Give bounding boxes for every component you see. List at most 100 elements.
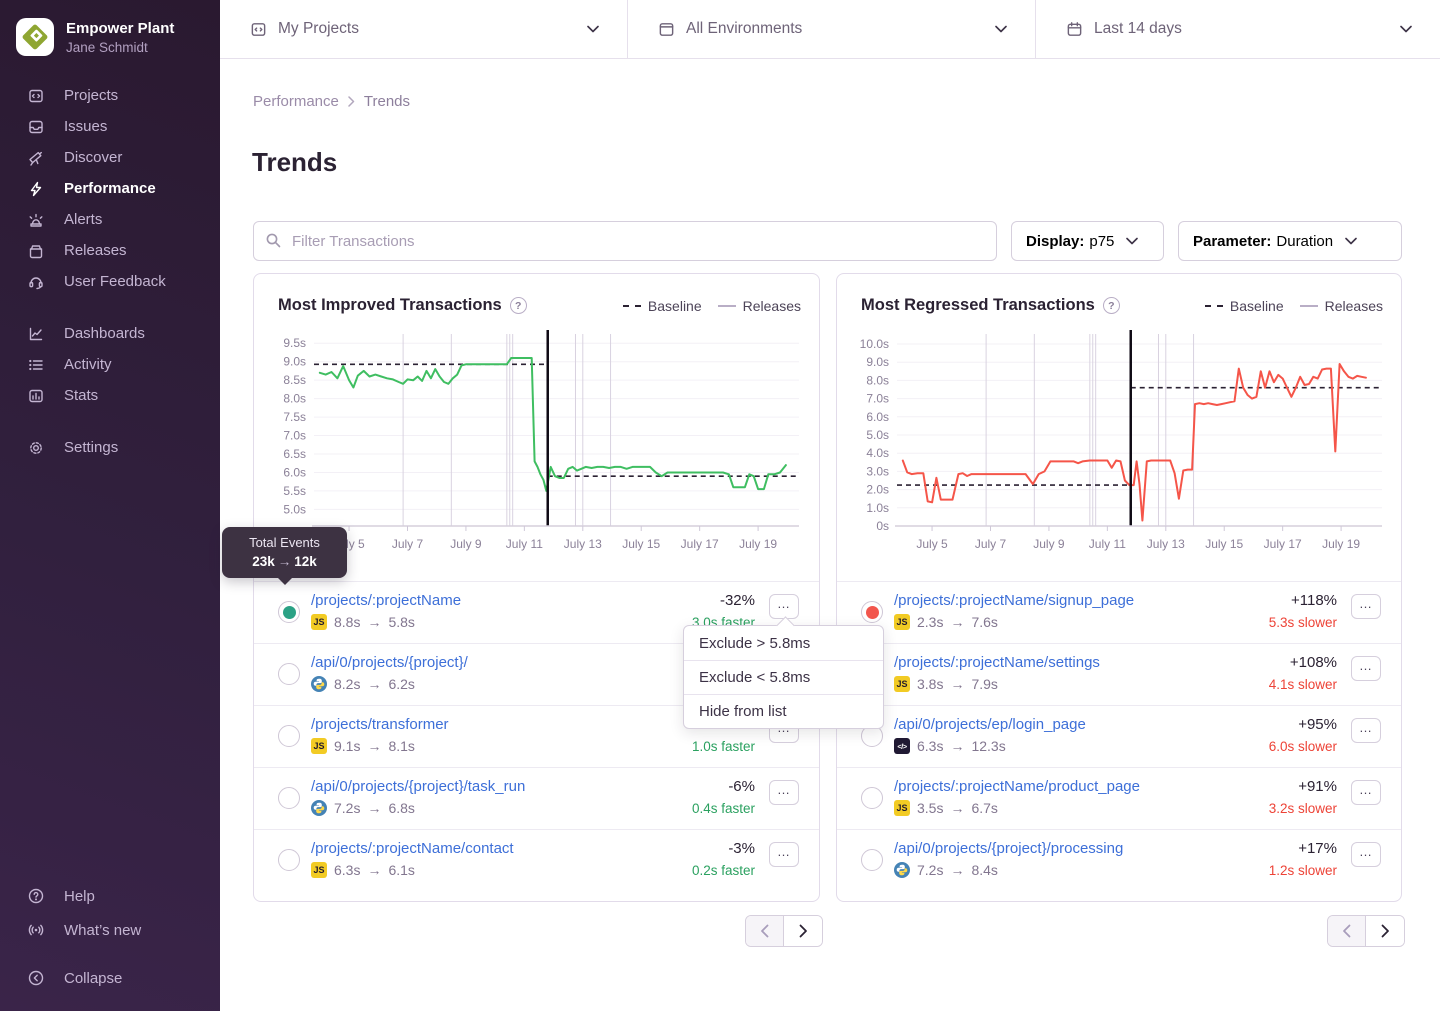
transaction-durations: JS6.3s→6.1s <box>311 862 415 878</box>
sidebar-item-releases[interactable]: Releases <box>0 235 220 266</box>
sidebar-collapse-button[interactable]: Collapse <box>0 961 220 995</box>
transaction-link[interactable]: /projects/:projectName/product_page <box>894 778 1140 795</box>
most-regressed-panel: Most Regressed Transactions ? Baseline R… <box>836 273 1402 902</box>
sidebar-item-performance[interactable]: Performance <box>0 173 220 204</box>
breadcrumb-performance[interactable]: Performance <box>253 93 339 110</box>
window-icon <box>658 21 675 38</box>
more-options-button[interactable]: … <box>1351 656 1381 681</box>
more-options-button[interactable]: … <box>1351 718 1381 743</box>
broadcast-icon <box>26 920 46 940</box>
regressed-chart[interactable]: 0s1.0s2.0s3.0s4.0s5.0s6.0s7.0s8.0s9.0s10… <box>845 320 1392 572</box>
gear-icon <box>26 438 46 458</box>
transaction-link[interactable]: /api/0/projects/ep/login_page <box>894 716 1086 733</box>
date-range-selector[interactable]: Last 14 days <box>1035 0 1440 58</box>
sidebar-item-activity[interactable]: Activity <box>0 349 220 380</box>
more-options-button[interactable]: … <box>1351 594 1381 619</box>
org-switcher[interactable]: Empower Plant Jane Schmidt <box>0 0 220 70</box>
transaction-radio[interactable] <box>278 725 300 747</box>
org-logo <box>16 18 54 56</box>
prev-page-button[interactable] <box>746 916 784 946</box>
transaction-durations: </>6.3s→12.3s <box>894 738 1006 754</box>
more-options-button[interactable]: … <box>769 842 799 867</box>
transaction-radio[interactable] <box>278 849 300 871</box>
sidebar-item-projects[interactable]: Projects <box>0 80 220 111</box>
menu-item-exclude-above[interactable]: Exclude > 5.8ms <box>684 626 883 660</box>
sidebar-item-whats-new[interactable]: What’s new <box>0 913 220 947</box>
transaction-radio[interactable] <box>861 601 883 623</box>
transaction-radio[interactable] <box>861 849 883 871</box>
transaction-row: /projects/:projectName/settings JS3.8s→7.… <box>837 643 1401 705</box>
project-selector[interactable]: My Projects <box>220 0 627 58</box>
next-page-button[interactable] <box>784 916 822 946</box>
sidebar-item-dashboards[interactable]: Dashboards <box>0 318 220 349</box>
sidebar-item-user-feedback[interactable]: User Feedback <box>0 266 220 297</box>
duration-delta: 3.2s slower <box>1187 801 1337 816</box>
svg-text:July 9: July 9 <box>1033 537 1065 551</box>
help-icon[interactable]: ? <box>510 297 527 314</box>
arrow-icon: → <box>367 676 381 692</box>
page-title: Trends <box>252 147 337 178</box>
sidebar-item-stats[interactable]: Stats <box>0 380 220 411</box>
transaction-link[interactable]: /projects/:projectName/contact <box>311 840 514 857</box>
transaction-link[interactable]: /projects/:projectName <box>311 592 461 609</box>
next-page-button[interactable] <box>1366 916 1404 946</box>
filter-transactions-input[interactable] <box>253 221 997 261</box>
svg-text:6.0s: 6.0s <box>866 410 889 424</box>
menu-item-exclude-below[interactable]: Exclude < 5.8ms <box>684 660 883 694</box>
sidebar-item-label: Performance <box>64 180 156 197</box>
svg-text:2.0s: 2.0s <box>866 483 889 497</box>
svg-text:July 19: July 19 <box>739 537 777 551</box>
percent-change: +91% <box>1207 778 1337 795</box>
percent-change: +95% <box>1207 716 1337 733</box>
transaction-durations: JS3.5s→6.7s <box>894 800 998 816</box>
transaction-link[interactable]: /api/0/projects/{project}/task_run <box>311 778 525 795</box>
transaction-radio[interactable] <box>861 787 883 809</box>
transaction-radio[interactable] <box>278 601 300 623</box>
transaction-link[interactable]: /projects/transformer <box>311 716 449 733</box>
sidebar-item-label: Stats <box>64 387 98 404</box>
python-badge <box>311 676 327 692</box>
transaction-link[interactable]: /projects/:projectName/settings <box>894 654 1100 671</box>
regressed-transaction-list: /projects/:projectName/signup_pageJS2.3s… <box>837 581 1401 891</box>
duration-delta: 1.2s slower <box>1187 863 1337 878</box>
transaction-link[interactable]: /api/0/projects/{project}/ <box>311 654 468 671</box>
duration-before: 7.2s <box>917 862 943 878</box>
projects-icon <box>250 21 267 38</box>
svg-text:July 5: July 5 <box>916 537 948 551</box>
transaction-link[interactable]: /projects/:projectName/signup_page <box>894 592 1134 609</box>
dashboards-icon <box>26 324 46 344</box>
display-dropdown[interactable]: Display: p75 <box>1011 221 1164 261</box>
svg-text:9.0s: 9.0s <box>283 355 306 369</box>
svg-text:July 17: July 17 <box>1264 537 1302 551</box>
percent-change: +17% <box>1207 840 1337 857</box>
sidebar-item-settings[interactable]: Settings <box>0 432 220 463</box>
environment-selector[interactable]: All Environments <box>627 0 1035 58</box>
more-options-button[interactable]: … <box>1351 842 1381 867</box>
transaction-durations: JS3.8s→7.9s <box>894 676 998 692</box>
javascript-badge: JS <box>311 614 327 630</box>
sidebar-item-issues[interactable]: Issues <box>0 111 220 142</box>
panel-title: Most Improved Transactions <box>278 296 502 315</box>
sidebar-item-discover[interactable]: Discover <box>0 142 220 173</box>
percent-change: +118% <box>1207 592 1337 609</box>
duration-after: 6.8s <box>388 800 414 816</box>
sidebar-item-alerts[interactable]: Alerts <box>0 204 220 235</box>
more-options-button[interactable]: … <box>769 780 799 805</box>
transaction-radio[interactable] <box>278 663 300 685</box>
code-badge: </> <box>894 738 910 754</box>
more-options-button[interactable]: … <box>1351 780 1381 805</box>
sidebar-item-label: Releases <box>64 242 127 259</box>
menu-item-hide-from-list[interactable]: Hide from list <box>684 694 883 728</box>
releases-swatch <box>718 305 736 307</box>
sidebar-item-help[interactable]: Help <box>0 879 220 913</box>
transaction-link[interactable]: /api/0/projects/{project}/processing <box>894 840 1123 857</box>
project-selector-label: My Projects <box>278 20 359 38</box>
svg-text:July 15: July 15 <box>1205 537 1243 551</box>
transaction-radio[interactable] <box>278 787 300 809</box>
more-options-button[interactable]: … <box>769 594 799 619</box>
help-icon[interactable]: ? <box>1103 297 1120 314</box>
tooltip-to-value: 12k <box>294 554 317 569</box>
duration-after: 8.1s <box>388 738 414 754</box>
prev-page-button[interactable] <box>1328 916 1366 946</box>
parameter-dropdown[interactable]: Parameter: Duration <box>1178 221 1402 261</box>
